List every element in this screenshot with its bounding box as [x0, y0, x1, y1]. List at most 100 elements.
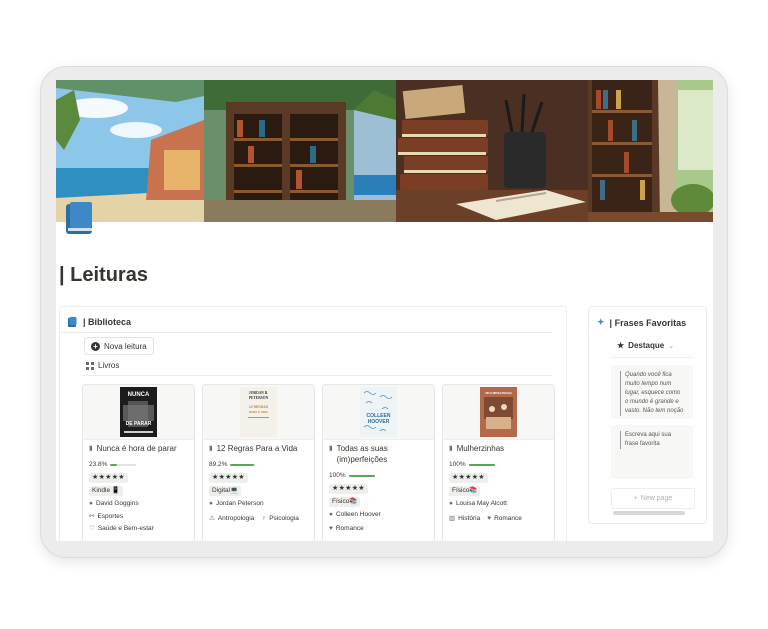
book-title: Nunca é hora de parar [96, 444, 177, 453]
heart-icon: ♥ [487, 514, 492, 522]
book-card[interactable]: COLLEEN HOOVER ▮ Todas as suas (im)perfei… [322, 384, 435, 541]
progress-bar [230, 463, 257, 466]
author: David Goggins [95, 500, 139, 507]
rating-stars: ★★★★★ [209, 473, 248, 483]
quotes-panel: ✦ | Frases Favoritas ★ Destaque ⌄ Quando… [588, 306, 707, 524]
book-card[interactable]: MULHERZINHAS ▮ Mulherzinhas 100% ★★★★★ Fí… [442, 384, 555, 541]
book-icon [68, 317, 77, 327]
person-icon: ● [209, 500, 213, 507]
progress-fill [230, 463, 254, 466]
card-title: ▮ Nunca é hora de parar [89, 443, 189, 454]
cover-text: MULHERZINHAS [485, 391, 512, 395]
card-title: ▮ Mulherzinhas [449, 443, 549, 454]
book-card[interactable]: NUNCA DE PARAR ▮ Nunca é hora de parar 23… [82, 384, 195, 541]
author: Louisa May Alcott [455, 500, 507, 507]
book-cover-image: NUNCA DE PARAR [120, 387, 157, 437]
tab-destaque[interactable]: ★ Destaque ⌄ [617, 341, 674, 350]
cover-panel-bookshelf [204, 80, 396, 222]
progress-bar [468, 463, 495, 466]
category: Antropologia [217, 514, 255, 522]
cover-panel-library-window [588, 80, 713, 222]
format-tag: Físico📚 [449, 486, 481, 496]
bulb-icon: ♀ [261, 514, 267, 522]
quote-card[interactable]: Quando você fica muito tempo num lugar, … [611, 365, 693, 419]
quote-card[interactable]: Escreva aqui sua frase favorita [611, 425, 693, 479]
quote-text: Quando você fica muito tempo num lugar, … [620, 371, 685, 416]
quotes-header: ✦ | Frases Favoritas [597, 317, 686, 328]
book-title: Todas as suas (im)perfeições [336, 444, 388, 464]
rating-stars: ★★★★★ [89, 473, 128, 483]
divider [60, 332, 552, 333]
author: Jordan Peterson [215, 500, 264, 507]
cover-image [56, 80, 713, 222]
heart-icon: ♥ [329, 525, 333, 532]
page-icon: ▮ [89, 445, 93, 452]
progress: 100% [449, 461, 495, 468]
format-tag: Kindle 📱 [89, 486, 123, 496]
book-title: 12 Regras Para a Vida [216, 444, 298, 453]
category-prop: ▥ História ♥ Romance [449, 514, 522, 523]
book-card[interactable]: JORDAN B. PETERSON 12 REGRAS PARA A VIDA… [202, 384, 315, 541]
book-cover-image: JORDAN B. PETERSON 12 REGRAS PARA A VIDA [240, 387, 277, 437]
cover-text: 12 REGRAS [249, 405, 269, 409]
format-tag: Digital💻 [209, 486, 242, 496]
warning-icon: ⚠ [209, 515, 215, 522]
progress-bar [110, 463, 137, 466]
gallery-icon [86, 361, 94, 370]
book-cover-area: NUNCA DE PARAR [83, 385, 194, 440]
new-page-button[interactable]: + New page [611, 488, 695, 509]
tab-label: Livros [98, 361, 120, 370]
rating-stars: ★★★★★ [449, 473, 488, 483]
category-prop: ♡ Saúde e Bem-estar [89, 524, 154, 533]
book-cover-image: MULHERZINHAS [480, 387, 517, 437]
category: Romance [335, 525, 364, 532]
cover-text: JORDAN B. [249, 391, 268, 395]
new-reading-button[interactable]: + Nova leitura [84, 337, 154, 355]
author: Colleen Hoover [335, 511, 381, 518]
cover-text: NUNCA [128, 392, 150, 398]
cover-text: DE PARAR [126, 421, 152, 427]
tab-livros[interactable]: Livros [86, 361, 119, 370]
author-prop: ● Jordan Peterson [209, 500, 264, 507]
author-prop: ● David Goggins [89, 500, 139, 507]
progress: 89.2% [209, 461, 257, 468]
progress-text: 89.2% [209, 461, 228, 468]
book-cover-area: COLLEEN HOOVER [323, 385, 434, 440]
category-prop: ⚠ Antropologia ♀ Psicologia [209, 514, 299, 523]
quotes-title: | Frases Favoritas [609, 317, 687, 328]
star-icon: ★ [617, 341, 625, 350]
category-prop: ⚯ Esportes [89, 512, 124, 521]
category: Saúde e Bem-estar [97, 524, 154, 532]
page-icon: ▮ [329, 445, 333, 452]
columns-icon: ▥ [449, 515, 456, 522]
library-panel: | Biblioteca + Nova leitura Livros NUNCA… [59, 306, 567, 541]
page-title: | Leituras [59, 264, 148, 286]
horizontal-scrollbar[interactable] [613, 511, 685, 515]
library-header: | Biblioteca [68, 317, 131, 327]
cover-text: PETERSON [249, 396, 269, 400]
person-icon: ● [449, 500, 453, 507]
progress-text: 100% [329, 472, 346, 479]
author-prop: ● Colleen Hoover [329, 511, 381, 518]
category: Psicologia [269, 514, 299, 522]
book-cover-area: MULHERZINHAS [443, 385, 554, 440]
progress-text: 23.8% [89, 461, 108, 468]
card-title: ▮ Todas as suas (im)perfeições [329, 443, 429, 465]
book-title: Mulherzinhas [456, 444, 505, 453]
progress-fill [468, 463, 495, 466]
divider [82, 375, 552, 376]
format-tag: Físico📚 [329, 497, 361, 507]
new-page-label: New page [640, 495, 673, 502]
chevron-down-icon: ⌄ [668, 342, 675, 350]
page-icon: ▮ [449, 445, 453, 452]
cover-panel-seaside [56, 80, 204, 222]
progress: 100% [329, 472, 375, 479]
book-cover-area: JORDAN B. PETERSON 12 REGRAS PARA A VIDA [203, 385, 314, 440]
cover-panel-desk [396, 80, 588, 222]
notion-page: | Leituras | Biblioteca + Nova leitura L… [56, 80, 713, 541]
new-reading-label: Nova leitura [104, 341, 147, 351]
heart-icon: ♡ [89, 525, 95, 532]
card-title: ▮ 12 Regras Para a Vida [209, 443, 309, 454]
progress-fill [348, 474, 375, 477]
category: Esportes [97, 512, 124, 520]
